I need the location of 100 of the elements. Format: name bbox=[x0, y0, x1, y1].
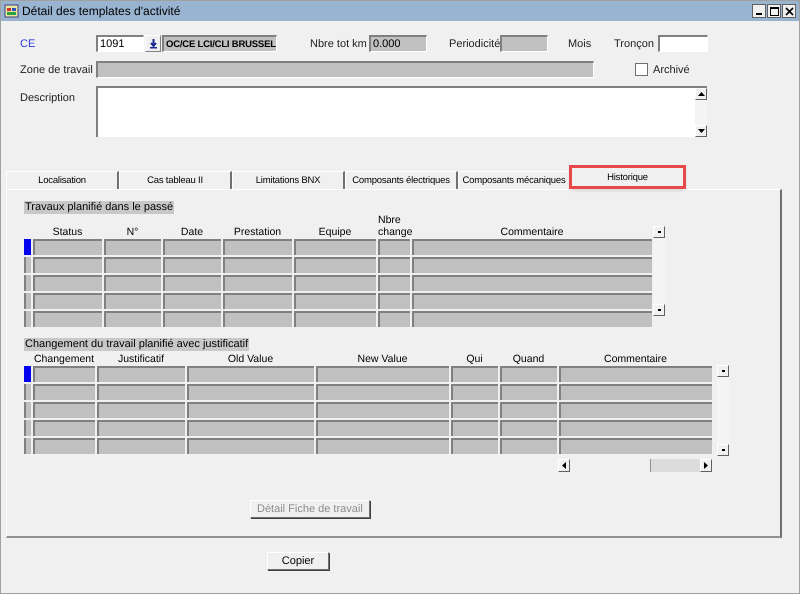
scrollbar[interactable] bbox=[653, 226, 665, 316]
column-header: New Value bbox=[356, 353, 408, 365]
tab[interactable]: Composants électriques bbox=[345, 171, 458, 189]
column-header: Commentaire bbox=[499, 226, 565, 238]
table-cell[interactable] bbox=[33, 257, 102, 273]
ce-field[interactable]: 1091 bbox=[96, 35, 144, 52]
table-cell[interactable] bbox=[559, 366, 712, 382]
table-cell[interactable] bbox=[378, 257, 410, 273]
row-indicator[interactable] bbox=[24, 384, 31, 400]
table-cell[interactable] bbox=[33, 420, 95, 436]
scrollbar[interactable] bbox=[717, 365, 729, 456]
table-cell[interactable] bbox=[316, 366, 449, 382]
table-cell[interactable] bbox=[223, 275, 292, 291]
column-header: Commentaire bbox=[602, 353, 668, 365]
tab[interactable]: Historique bbox=[571, 167, 684, 187]
horizontal-scrollbar[interactable] bbox=[558, 459, 712, 472]
table-cell[interactable] bbox=[33, 293, 102, 309]
table-cell[interactable] bbox=[33, 366, 95, 382]
table-cell[interactable] bbox=[412, 275, 652, 291]
table-cell[interactable] bbox=[223, 257, 292, 273]
copy-button[interactable]: Copier bbox=[267, 552, 329, 570]
table-cell[interactable] bbox=[294, 293, 376, 309]
table-cell[interactable] bbox=[451, 420, 498, 436]
table-cell[interactable] bbox=[412, 239, 652, 255]
table-cell[interactable] bbox=[559, 420, 712, 436]
table-cell[interactable] bbox=[97, 420, 185, 436]
table-cell[interactable] bbox=[163, 239, 221, 255]
tab[interactable]: Cas tableau II bbox=[119, 171, 232, 189]
table-cell[interactable] bbox=[500, 402, 557, 418]
table-cell[interactable] bbox=[294, 275, 376, 291]
row-indicator[interactable] bbox=[24, 275, 31, 291]
table-cell[interactable] bbox=[223, 293, 292, 309]
table-cell[interactable] bbox=[104, 293, 161, 309]
table-cell[interactable] bbox=[451, 438, 498, 454]
tab[interactable]: Localisation bbox=[6, 171, 119, 189]
table-cell[interactable] bbox=[97, 402, 185, 418]
section-field[interactable] bbox=[658, 35, 708, 52]
tab[interactable]: Composants mécaniques bbox=[458, 171, 571, 189]
close-button[interactable] bbox=[782, 4, 796, 18]
table-cell[interactable] bbox=[187, 420, 314, 436]
table-cell[interactable] bbox=[378, 239, 410, 255]
table-cell[interactable] bbox=[316, 402, 449, 418]
table-cell[interactable] bbox=[500, 366, 557, 382]
row-indicator[interactable] bbox=[24, 293, 31, 309]
row-indicator[interactable] bbox=[24, 257, 31, 273]
table-cell[interactable] bbox=[294, 311, 376, 327]
table-cell[interactable] bbox=[294, 257, 376, 273]
maximize-button[interactable] bbox=[767, 4, 781, 18]
table-cell[interactable] bbox=[33, 438, 95, 454]
table-cell[interactable] bbox=[223, 311, 292, 327]
table-cell[interactable] bbox=[378, 293, 410, 309]
table-cell[interactable] bbox=[187, 366, 314, 382]
table-cell[interactable] bbox=[500, 438, 557, 454]
table-cell[interactable] bbox=[97, 438, 185, 454]
table-cell[interactable] bbox=[187, 402, 314, 418]
table-cell[interactable] bbox=[97, 366, 185, 382]
table-cell[interactable] bbox=[412, 311, 652, 327]
table-cell[interactable] bbox=[163, 275, 221, 291]
table-cell[interactable] bbox=[294, 239, 376, 255]
scrollbar[interactable] bbox=[695, 88, 707, 137]
table-cell[interactable] bbox=[500, 420, 557, 436]
table-cell[interactable] bbox=[33, 239, 102, 255]
table-cell[interactable] bbox=[378, 311, 410, 327]
table-cell[interactable] bbox=[316, 420, 449, 436]
table-cell[interactable] bbox=[163, 293, 221, 309]
table-cell[interactable] bbox=[316, 384, 449, 400]
table-cell[interactable] bbox=[33, 311, 102, 327]
table-cell[interactable] bbox=[104, 311, 161, 327]
table-cell[interactable] bbox=[500, 384, 557, 400]
table-cell[interactable] bbox=[559, 438, 712, 454]
table-cell[interactable] bbox=[187, 438, 314, 454]
tab[interactable]: Limitations BNX bbox=[232, 171, 345, 189]
table-cell[interactable] bbox=[378, 275, 410, 291]
table-cell[interactable] bbox=[33, 402, 95, 418]
table-cell[interactable] bbox=[451, 366, 498, 382]
table-cell[interactable] bbox=[104, 275, 161, 291]
table-cell[interactable] bbox=[223, 239, 292, 255]
table-cell[interactable] bbox=[412, 257, 652, 273]
table-cell[interactable] bbox=[33, 384, 95, 400]
archived-checkbox[interactable] bbox=[635, 63, 648, 76]
row-indicator[interactable] bbox=[24, 402, 31, 418]
description-field[interactable] bbox=[96, 86, 707, 137]
row-indicator[interactable] bbox=[24, 311, 31, 327]
table-cell[interactable] bbox=[104, 239, 161, 255]
table-cell[interactable] bbox=[187, 384, 314, 400]
table-cell[interactable] bbox=[451, 384, 498, 400]
table-cell[interactable] bbox=[104, 257, 161, 273]
list-button[interactable] bbox=[145, 35, 161, 52]
table-cell[interactable] bbox=[33, 275, 102, 291]
table-cell[interactable] bbox=[316, 438, 449, 454]
minimize-button[interactable] bbox=[752, 4, 766, 18]
table-cell[interactable] bbox=[97, 384, 185, 400]
table-cell[interactable] bbox=[163, 257, 221, 273]
table-cell[interactable] bbox=[451, 402, 498, 418]
table-cell[interactable] bbox=[412, 293, 652, 309]
row-indicator[interactable] bbox=[24, 420, 31, 436]
table-cell[interactable] bbox=[163, 311, 221, 327]
table-cell[interactable] bbox=[559, 402, 712, 418]
row-indicator[interactable] bbox=[24, 438, 31, 454]
table-cell[interactable] bbox=[559, 384, 712, 400]
